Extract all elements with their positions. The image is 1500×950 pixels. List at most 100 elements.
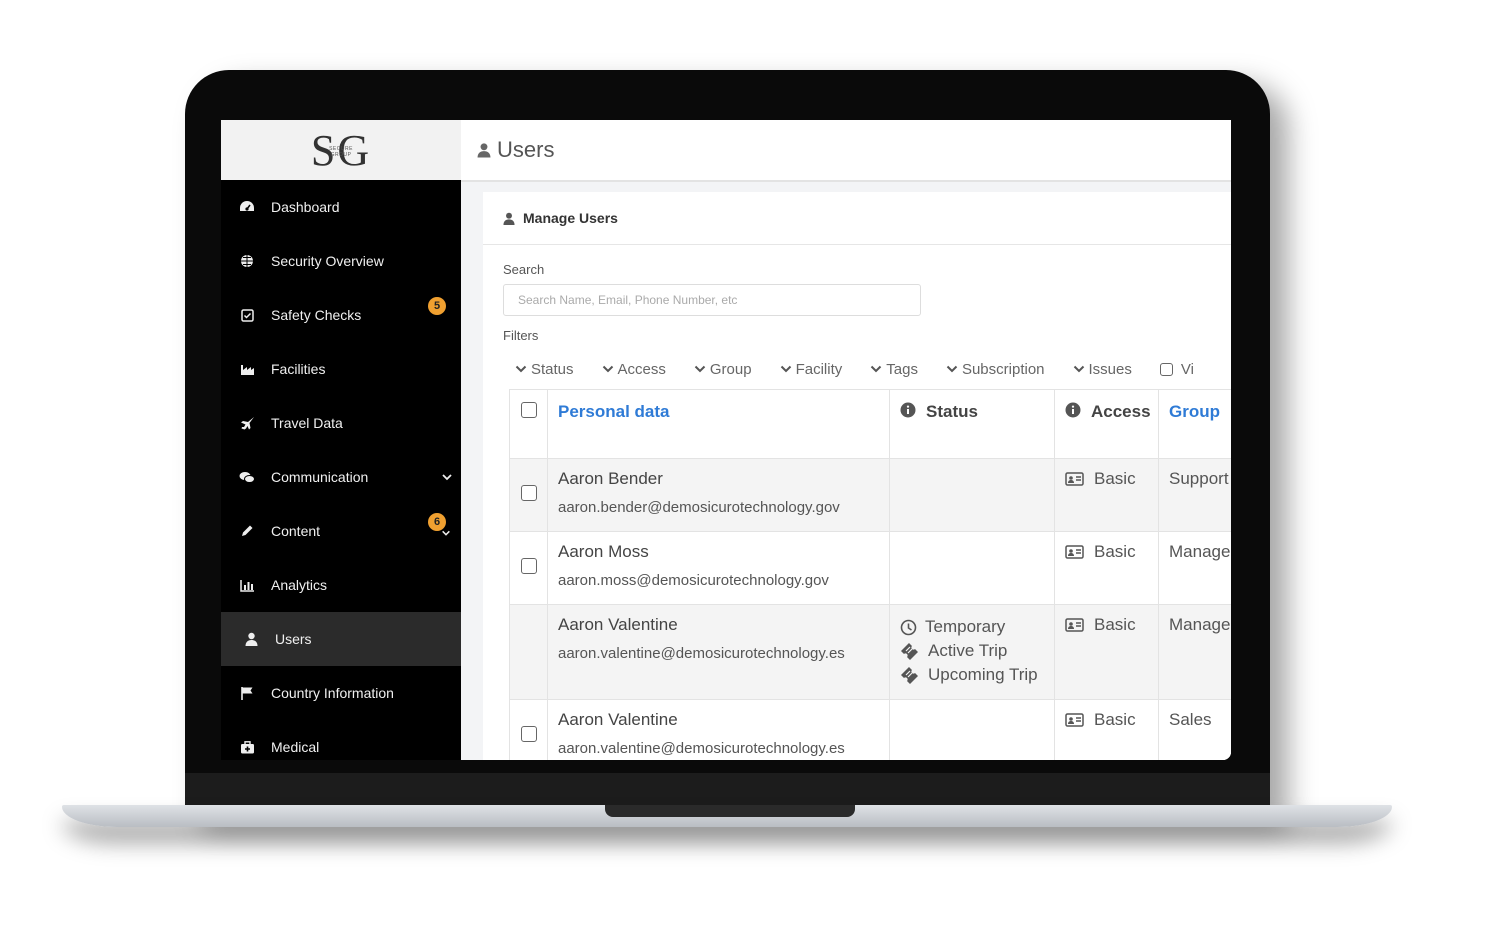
access-value: Basic [1065,615,1136,635]
chevron-down-icon [442,474,452,481]
sidebar-item-safety-checks[interactable]: Safety Checks 5 [221,288,461,342]
user-name[interactable]: Aaron Valentine [558,710,678,730]
sidebar-item-security-overview[interactable]: Security Overview [221,234,461,288]
id-card-icon [1065,618,1084,632]
status-cell [889,700,1054,760]
search-input[interactable] [503,284,921,316]
user-email: aaron.valentine@demosicurotechnology.es [558,645,845,662]
user-name[interactable]: Aaron Valentine [558,615,678,635]
row-checkbox[interactable] [521,485,537,501]
table-row[interactable]: Aaron Valentine aaron.valentine@demosicu… [509,605,1231,700]
sidebar-item-label: Country Information [271,685,394,701]
sidebar-item-dashboard[interactable]: Dashboard [221,180,461,234]
ticket-icon [901,643,918,660]
card-title: Manage Users [523,210,618,226]
filter-tags[interactable]: Tags [870,361,918,378]
checkbox[interactable] [1159,362,1173,376]
column-header-personal-data[interactable]: Personal data [547,390,889,458]
app-screen: SG SECURE GROUP Dashboard Security Overv… [221,120,1231,760]
laptop-notch [605,805,855,817]
filter-subscription[interactable]: Subscription [946,361,1045,378]
access-cell: Basic [1054,700,1158,760]
group-value: Support [1169,469,1229,488]
flag-icon [239,685,255,701]
filter-issues[interactable]: Issues [1073,361,1132,378]
filter-label: Facility [795,360,843,378]
access-label: Basic [1094,615,1136,634]
globe-icon [239,253,255,269]
id-card-icon [1065,545,1084,559]
dashboard-icon [239,199,255,215]
user-icon [243,631,259,647]
sidebar-item-country-information[interactable]: Country Information [221,666,461,720]
filter-label: Group [709,360,752,378]
row-select-cell [509,459,547,531]
chevron-down-icon [1073,365,1084,373]
personal-data-cell: Aaron Moss aaron.moss@demosicurotechnolo… [547,532,889,604]
status-active-trip: Active Trip [900,641,1007,661]
group-value: Manage [1169,542,1231,561]
sidebar-item-label: Travel Data [271,415,343,431]
chevron-down-icon [515,365,527,373]
bar-chart-icon [239,577,255,593]
logo[interactable]: SG SECURE GROUP [221,120,461,180]
user-email: aaron.valentine@demosicurotechnology.es [558,740,845,757]
sidebar-item-analytics[interactable]: Analytics [221,558,461,612]
sidebar-item-communication[interactable]: Communication [221,450,461,504]
filter-checkbox[interactable]: Vi [1159,361,1194,378]
group-value: Sales [1169,710,1212,729]
status-upcoming-trip: Upcoming Trip [900,665,1038,685]
info-icon [1065,402,1081,418]
sidebar-item-label: Medical [271,739,320,755]
status-cell [889,532,1054,604]
select-all-checkbox[interactable] [521,402,537,418]
table-row[interactable]: Aaron Valentine aaron.valentine@demosicu… [509,700,1231,760]
access-label: Basic [1094,469,1136,488]
user-name[interactable]: Aaron Bender [558,469,663,489]
personal-data-cell: Aaron Bender aaron.bender@demosicurotech… [547,459,889,531]
row-checkbox[interactable] [521,558,537,574]
sidebar-item-label: Users [275,631,312,647]
sidebar-item-label: Security Overview [271,253,384,269]
chevron-down-icon [442,530,450,536]
access-cell: Basic [1054,605,1158,699]
notification-badge: 5 [428,297,446,315]
filter-status[interactable]: Status [515,361,574,378]
filter-access[interactable]: Access [602,361,666,378]
group-cell: Manage [1158,605,1231,699]
page-title: Users [497,137,555,162]
filter-group[interactable]: Group [694,361,752,378]
table-row[interactable]: Aaron Bender aaron.bender@demosicurotech… [509,459,1231,532]
access-value: Basic [1065,710,1136,730]
sidebar-item-label: Content [271,523,321,539]
group-cell: Sales [1158,700,1231,760]
status-label: Active Trip [928,641,1008,660]
info-icon [900,402,916,418]
users-table: Personal data Status Access Group Aaron … [509,389,1231,760]
column-header-status: Status [889,390,1054,458]
sidebar-item-label: Analytics [271,577,328,593]
column-header-label: Status [926,402,978,421]
ticket-icon [901,667,918,684]
logo-mark: SG SECURE GROUP [310,125,372,175]
table-row[interactable]: Aaron Moss aaron.moss@demosicurotechnolo… [509,532,1231,605]
column-header-group[interactable]: Group [1158,390,1231,458]
row-checkbox[interactable] [521,726,537,742]
user-name[interactable]: Aaron Moss [558,542,649,562]
filter-label: Access [617,360,666,378]
access-label: Basic [1094,710,1136,729]
row-select-cell [509,532,547,604]
sidebar-item-content[interactable]: Content 6 [221,504,461,558]
sidebar-item-travel-data[interactable]: Travel Data [221,396,461,450]
chevron-down-icon [946,365,958,373]
comments-icon [239,469,255,485]
access-value: Basic [1065,542,1136,562]
chevron-down-icon [694,365,706,373]
sidebar-item-users[interactable]: Users [221,612,461,666]
sidebar-item-facilities[interactable]: Facilities [221,342,461,396]
sidebar-item-label: Dashboard [271,199,340,215]
status-label: Temporary [925,617,1006,636]
filter-facility[interactable]: Facility [780,360,843,378]
sidebar-item-medical[interactable]: Medical [221,720,461,760]
user-icon [503,212,515,225]
